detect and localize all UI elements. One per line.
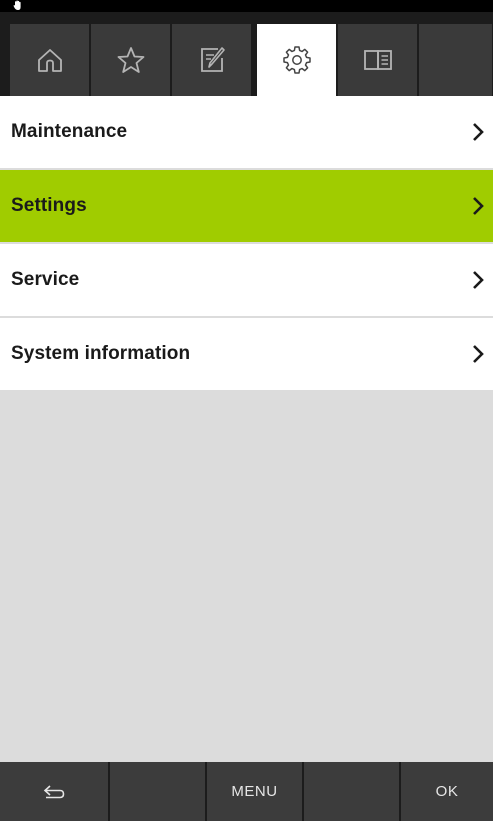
bottom-empty-button-left	[110, 762, 205, 821]
top-tab-bar	[0, 12, 493, 96]
tab-settings[interactable]	[257, 24, 337, 96]
hand-icon	[13, 0, 21, 11]
chevron-right-icon	[473, 197, 484, 215]
home-icon	[37, 49, 62, 72]
menu-item-label: Maintenance	[11, 121, 128, 142]
menu-item-service[interactable]: Service	[0, 244, 493, 318]
menu-button-label: MENU	[231, 783, 278, 800]
status-bar	[0, 0, 493, 12]
tab-notes[interactable]	[172, 24, 252, 96]
menu-item-label: Settings	[11, 195, 87, 216]
bottom-empty-button-right	[304, 762, 399, 821]
gear-icon	[282, 46, 311, 74]
edit-icon	[200, 47, 225, 72]
ok-button[interactable]: OK	[401, 762, 493, 821]
back-arrow-icon	[43, 784, 65, 798]
menu-item-label: System information	[11, 343, 191, 364]
menu-item-label: Service	[11, 269, 80, 290]
menu-item-system-information[interactable]: System information	[0, 318, 493, 390]
ok-button-label: OK	[435, 783, 459, 800]
chevron-right-icon	[473, 123, 484, 141]
screen: Maintenance Settings Service System info…	[0, 0, 493, 821]
menu-item-maintenance[interactable]: Maintenance	[0, 96, 493, 170]
tab-favorites[interactable]	[91, 24, 171, 96]
menu-button[interactable]: MENU	[207, 762, 302, 821]
back-button[interactable]	[0, 762, 108, 821]
chevron-right-icon	[473, 271, 484, 289]
tab-manual[interactable]	[338, 24, 418, 96]
star-icon	[117, 47, 144, 73]
bottom-bar: MENU OK	[0, 762, 493, 821]
book-icon	[363, 50, 392, 70]
menu-item-settings[interactable]: Settings	[0, 170, 493, 244]
tab-empty	[419, 24, 493, 96]
menu-list: Maintenance Settings Service System info…	[0, 96, 493, 390]
chevron-right-icon	[473, 345, 484, 363]
tab-home[interactable]	[10, 24, 90, 96]
